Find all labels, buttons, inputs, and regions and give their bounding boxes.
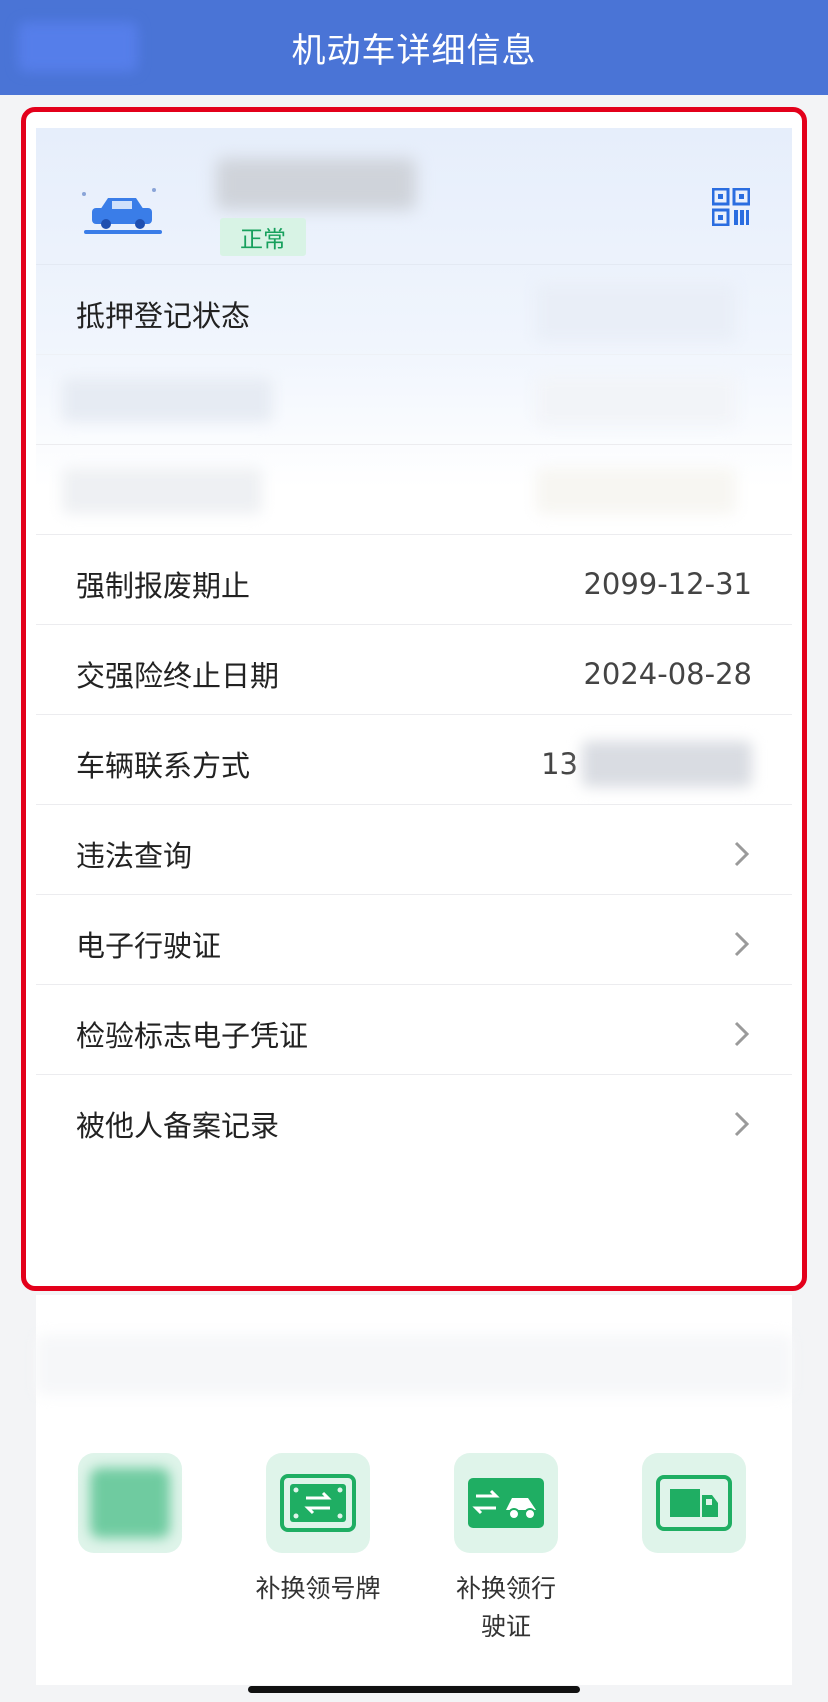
blurred-label <box>62 468 262 514</box>
vehicle-info-card: 正常 抵押登记状态 强制报废期止 2099-12-31 交强险终止日期 2024… <box>36 128 792 1268</box>
blurred-value <box>536 283 736 341</box>
license-plate-number <box>216 158 416 210</box>
blurred-value <box>536 468 736 514</box>
service-label: 补换领号牌 <box>255 1574 381 1603</box>
qr-code-icon[interactable] <box>712 188 750 226</box>
row-label: 强制报废期止 <box>76 568 251 603</box>
status-badge: 正常 <box>220 218 306 256</box>
row-label: 交强险终止日期 <box>76 658 280 693</box>
row-label: 车辆联系方式 <box>76 748 251 783</box>
license-plate-icon <box>280 1474 356 1532</box>
home-indicator <box>248 1686 580 1693</box>
phone-prefix: 13 <box>541 746 578 781</box>
car-icon <box>82 188 162 234</box>
row-label: 检验标志电子凭证 <box>76 1018 309 1053</box>
row-label: 违法查询 <box>76 838 193 873</box>
service-label: 补换领行 驶证 <box>455 1574 556 1641</box>
insurance-end-date-row: 交强险终止日期 2024-08-28 <box>36 624 792 722</box>
filed-by-others-row[interactable]: 被他人备案记录 <box>36 1074 792 1172</box>
blurred-label <box>62 378 272 422</box>
truck-icon <box>656 1475 732 1531</box>
insurance-end-date-value: 2024-08-28 <box>583 656 752 691</box>
row-label: 电子行驶证 <box>76 928 222 963</box>
violation-query-row[interactable]: 违法查询 <box>36 804 792 902</box>
page-title: 机动车详细信息 <box>291 31 537 71</box>
chevron-right-icon <box>734 931 750 956</box>
scrap-date-value: 2099-12-31 <box>583 566 752 601</box>
row-label: 被他人备案记录 <box>76 1108 280 1143</box>
blurred-section-title <box>36 1335 792 1395</box>
e-driving-license-row[interactable]: 电子行驶证 <box>36 894 792 992</box>
services-card: 补换领号牌 补换领行 驶证 <box>36 1295 792 1685</box>
vehicle-license-icon <box>468 1478 544 1528</box>
chevron-right-icon <box>734 1111 750 1136</box>
service-replace-plate[interactable] <box>266 1453 370 1553</box>
service-blurred-icon <box>90 1468 170 1538</box>
chevron-right-icon <box>734 1021 750 1046</box>
chevron-right-icon <box>734 841 750 866</box>
inspection-certificate-row[interactable]: 检验标志电子凭证 <box>36 984 792 1082</box>
contact-row: 车辆联系方式 13 <box>36 714 792 812</box>
service-blurred[interactable] <box>78 1453 182 1553</box>
scrap-date-row: 强制报废期止 2099-12-31 <box>36 534 792 632</box>
service-truck[interactable] <box>642 1453 746 1553</box>
service-replace-vehicle-license[interactable] <box>454 1453 558 1553</box>
back-button[interactable] <box>18 22 138 72</box>
contact-phone-value: 13 <box>541 740 752 787</box>
phone-blurred <box>582 740 752 787</box>
app-header: 机动车详细信息 <box>0 0 828 95</box>
blurred-value <box>536 376 736 426</box>
